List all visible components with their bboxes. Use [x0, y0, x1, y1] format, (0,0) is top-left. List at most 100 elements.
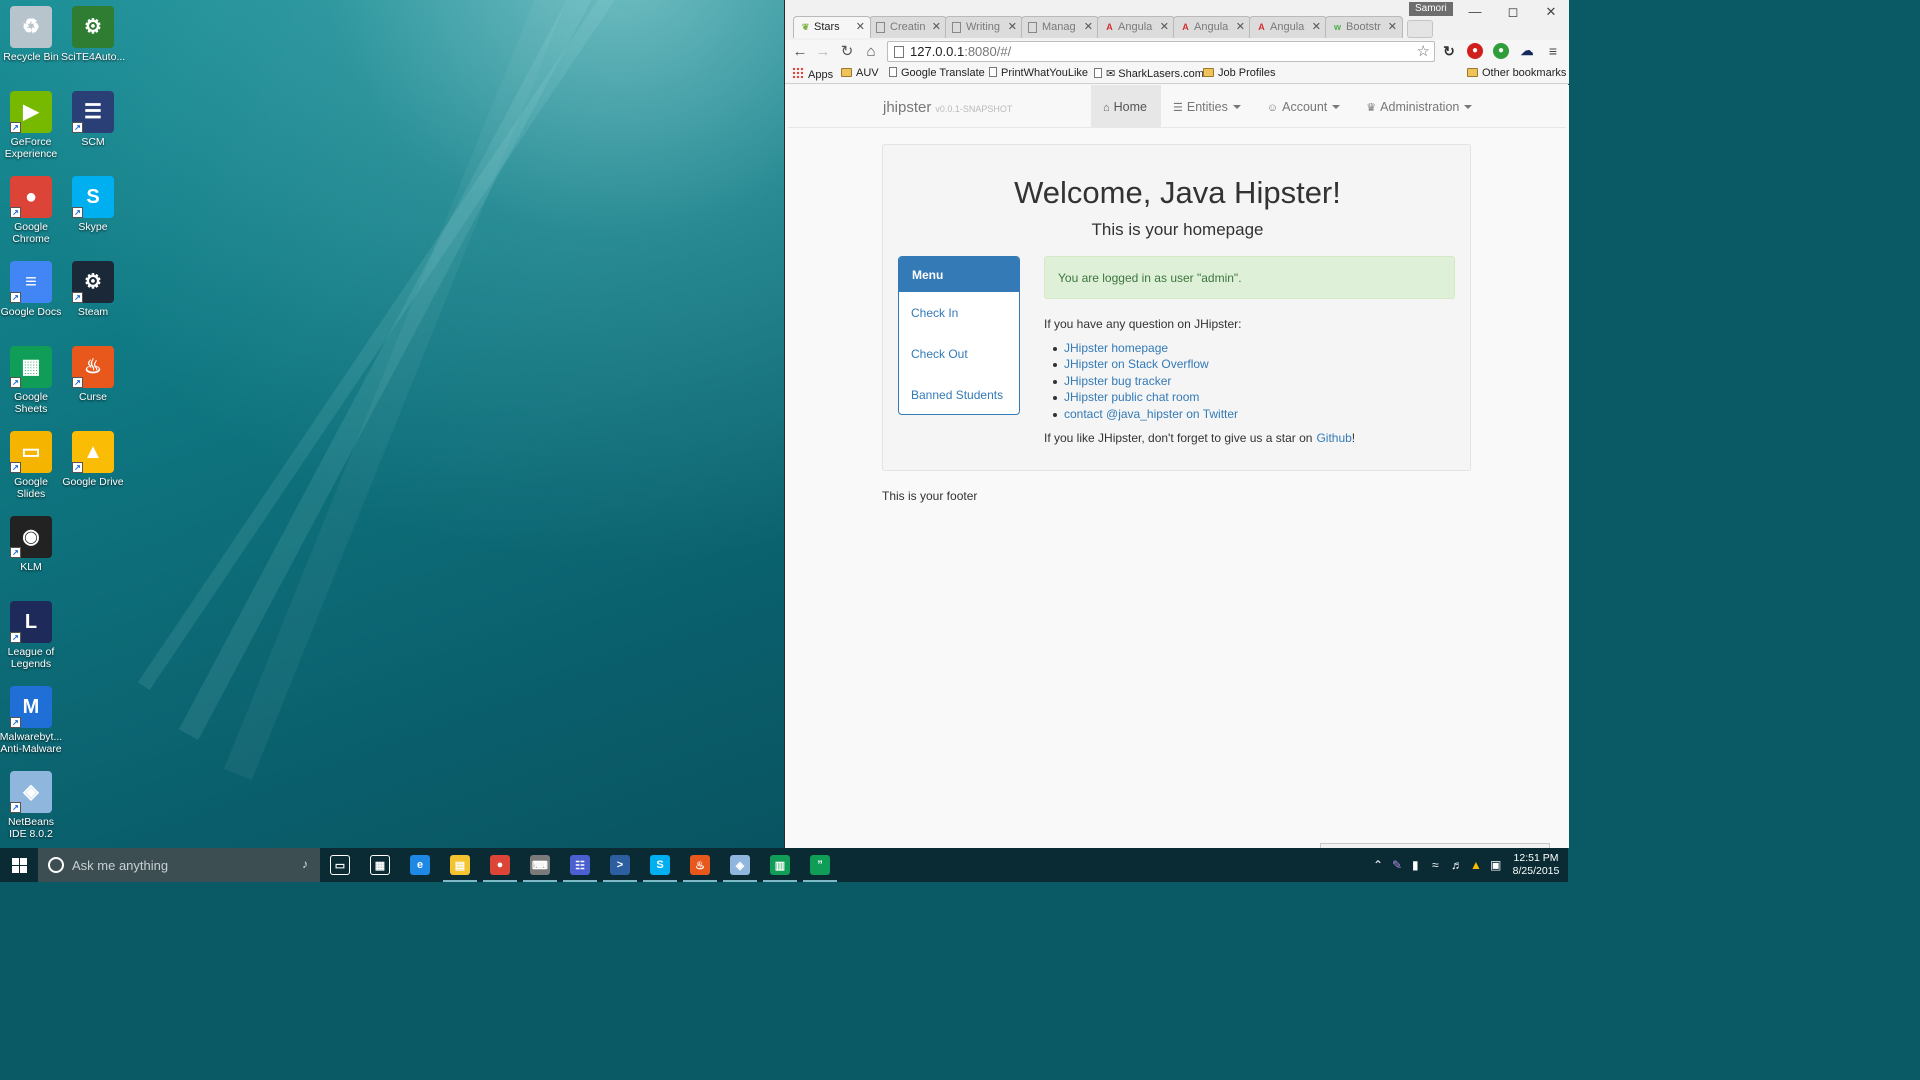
link-github[interactable]: Github: [1316, 431, 1351, 445]
start-button[interactable]: [0, 848, 38, 882]
page-subtitle: This is your homepage: [1091, 220, 1264, 239]
pen-icon[interactable]: ✎: [1392, 858, 1402, 872]
bookmark-auv[interactable]: AUV: [841, 67, 879, 79]
browser-tab[interactable]: Writing ✕: [945, 16, 1023, 38]
browser-tab[interactable]: A Angula ✕: [1173, 16, 1251, 38]
browser-tab[interactable]: A Angula ✕: [1097, 16, 1175, 38]
desktop-shortcut[interactable]: ◉ ↗ KLM: [0, 516, 63, 573]
desktop-shortcut[interactable]: ⚙ SciTE4Auto...: [61, 6, 125, 63]
desktop-shortcut[interactable]: ● ↗ Google Chrome: [0, 176, 63, 245]
taskbar-app[interactable]: ▭: [320, 848, 360, 882]
desktop-shortcut[interactable]: ▦ ↗ Google Sheets: [0, 346, 63, 415]
profile-badge[interactable]: Samori: [1409, 2, 1453, 16]
desktop-shortcut-label: Google Chrome: [12, 221, 50, 245]
shortcut-arrow-icon: ↗: [72, 377, 83, 388]
back-arrow-icon[interactable]: ←: [790, 42, 810, 62]
tab-close-icon[interactable]: ✕: [1236, 20, 1245, 33]
bookmark-label: Other bookmarks: [1482, 67, 1567, 79]
bookmark-google-translate[interactable]: Google Translate: [889, 67, 985, 79]
desktop-shortcut[interactable]: M ↗ Malwarebyt... Anti-Malware: [0, 686, 63, 755]
action-center-icon[interactable]: ▣: [1490, 858, 1501, 872]
desktop-shortcut[interactable]: ⚙ ↗ Steam: [61, 261, 125, 318]
minimize-icon[interactable]: —: [1457, 2, 1493, 22]
bookmark-job-profiles[interactable]: Job Profiles: [1203, 67, 1275, 79]
taskbar-app[interactable]: ▦: [360, 848, 400, 882]
nav-account[interactable]: ☺ Account: [1255, 85, 1354, 128]
link-twitter[interactable]: contact @java_hipster on Twitter: [1052, 407, 1238, 423]
nav-home[interactable]: ⌂ Home: [1091, 85, 1161, 128]
desktop-shortcut[interactable]: ♻ Recycle Bin: [0, 6, 63, 63]
link-chat-room[interactable]: JHipster public chat room: [1052, 390, 1238, 406]
desktop-shortcut[interactable]: S ↗ Skype: [61, 176, 125, 233]
nav-entities[interactable]: ☰ Entities: [1161, 85, 1255, 128]
system-clock[interactable]: 12:51 PM 8/25/2015: [1508, 852, 1564, 878]
taskbar-app[interactable]: ▥: [760, 848, 800, 882]
volume-icon[interactable]: ♬: [1451, 858, 1463, 872]
forward-arrow-icon[interactable]: →: [813, 42, 833, 62]
cortana-search-box[interactable]: Ask me anything ♪: [38, 848, 320, 882]
menu-item-check-out[interactable]: Check Out: [899, 333, 1019, 374]
bookmark-star-icon[interactable]: ☆: [1417, 42, 1430, 60]
desktop-shortcut[interactable]: ▲ ↗ Google Drive: [61, 431, 125, 488]
desktop-shortcut[interactable]: ▶ ↗ GeForce Experience: [0, 91, 63, 160]
taskbar-app[interactable]: ⌨: [520, 848, 560, 882]
tab-close-icon[interactable]: ✕: [856, 20, 865, 33]
menu-item-banned-students[interactable]: Banned Students: [899, 374, 1019, 414]
desktop-shortcut[interactable]: ◈ ↗ NetBeans IDE 8.0.2: [0, 771, 63, 840]
sync-icon[interactable]: ↻: [1441, 43, 1457, 59]
google-drive-tray-icon[interactable]: ▲: [1470, 858, 1482, 872]
shortcut-arrow-icon: ↗: [72, 462, 83, 473]
tab-close-icon[interactable]: ✕: [1312, 20, 1321, 33]
steam-icon: ⚙ ↗: [72, 261, 114, 303]
home-icon[interactable]: ⌂: [861, 42, 881, 62]
tab-close-icon[interactable]: ✕: [932, 20, 941, 33]
menu-item-check-in[interactable]: Check In: [899, 292, 1019, 333]
menu-icon[interactable]: ≡: [1545, 43, 1561, 59]
taskbar-app[interactable]: >: [600, 848, 640, 882]
battery-icon[interactable]: ▮: [1412, 858, 1419, 872]
desktop-shortcut[interactable]: L ↗ League of Legends: [0, 601, 63, 670]
wifi-icon[interactable]: ≈: [1432, 858, 1439, 872]
tab-close-icon[interactable]: ✕: [1084, 20, 1093, 33]
taskbar-app[interactable]: ☷: [560, 848, 600, 882]
address-bar[interactable]: 127.0.0.1:8080/#/ ☆: [887, 41, 1435, 62]
taskbar-app[interactable]: ♨: [680, 848, 720, 882]
app-brand[interactable]: jhipster v0.0.1-SNAPSHOT: [883, 99, 1012, 116]
adblock-icon[interactable]: ●: [1467, 43, 1483, 59]
tab-close-icon[interactable]: ✕: [1160, 20, 1169, 33]
close-icon[interactable]: ✕: [1533, 2, 1569, 22]
link-stack-overflow[interactable]: JHipster on Stack Overflow: [1052, 357, 1238, 373]
link-jhipster-homepage[interactable]: JHipster homepage: [1052, 341, 1238, 357]
browser-tab[interactable]: Manag ✕: [1021, 16, 1099, 38]
browser-tab[interactable]: w Bootstr ✕: [1325, 16, 1403, 38]
taskbar-app[interactable]: ◈: [720, 848, 760, 882]
browser-tab[interactable]: A Angula ✕: [1249, 16, 1327, 38]
nav-administration[interactable]: ♛ Administration: [1354, 85, 1486, 128]
reload-icon[interactable]: ↻: [837, 42, 857, 62]
tab-close-icon[interactable]: ✕: [1388, 20, 1397, 33]
desktop-shortcut[interactable]: ♨ ↗ Curse: [61, 346, 125, 403]
desktop-shortcut[interactable]: ≡ ↗ Google Docs: [0, 261, 63, 318]
microphone-icon[interactable]: ♪: [302, 857, 308, 871]
cloud-icon[interactable]: ☁: [1519, 43, 1535, 59]
taskbar-app[interactable]: S: [640, 848, 680, 882]
tab-close-icon[interactable]: ✕: [1008, 20, 1017, 33]
desktop-shortcut[interactable]: ☰ ↗ SCM: [61, 91, 125, 148]
new-tab-button[interactable]: [1407, 20, 1433, 38]
taskbar-app[interactable]: ”: [800, 848, 840, 882]
evernote-icon[interactable]: ●: [1493, 43, 1509, 59]
link-bug-tracker[interactable]: JHipster bug tracker: [1052, 374, 1238, 390]
desktop-shortcut[interactable]: ▭ ↗ Google Slides: [0, 431, 63, 500]
browser-tab[interactable]: Creatin ✕: [869, 16, 947, 38]
bookmark-printwhatyoulike[interactable]: PrintWhatYouLike: [989, 67, 1088, 79]
bookmark-sharklasers[interactable]: ✉ SharkLasers.com: [1094, 67, 1204, 80]
show-hidden-icons-icon[interactable]: ⌃: [1373, 858, 1383, 872]
maximize-icon[interactable]: ◻: [1495, 2, 1531, 22]
taskbar-app[interactable]: ●: [480, 848, 520, 882]
taskbar-app[interactable]: ▤: [440, 848, 480, 882]
other-bookmarks[interactable]: Other bookmarks: [1467, 67, 1566, 79]
app-navbar: jhipster v0.0.1-SNAPSHOT ⌂ Home ☰ Entities …: [788, 85, 1566, 128]
taskbar-app[interactable]: e: [400, 848, 440, 882]
browser-tab[interactable]: ❦ Stars ✕: [793, 16, 871, 38]
bookmark-apps[interactable]: Apps: [792, 67, 833, 81]
